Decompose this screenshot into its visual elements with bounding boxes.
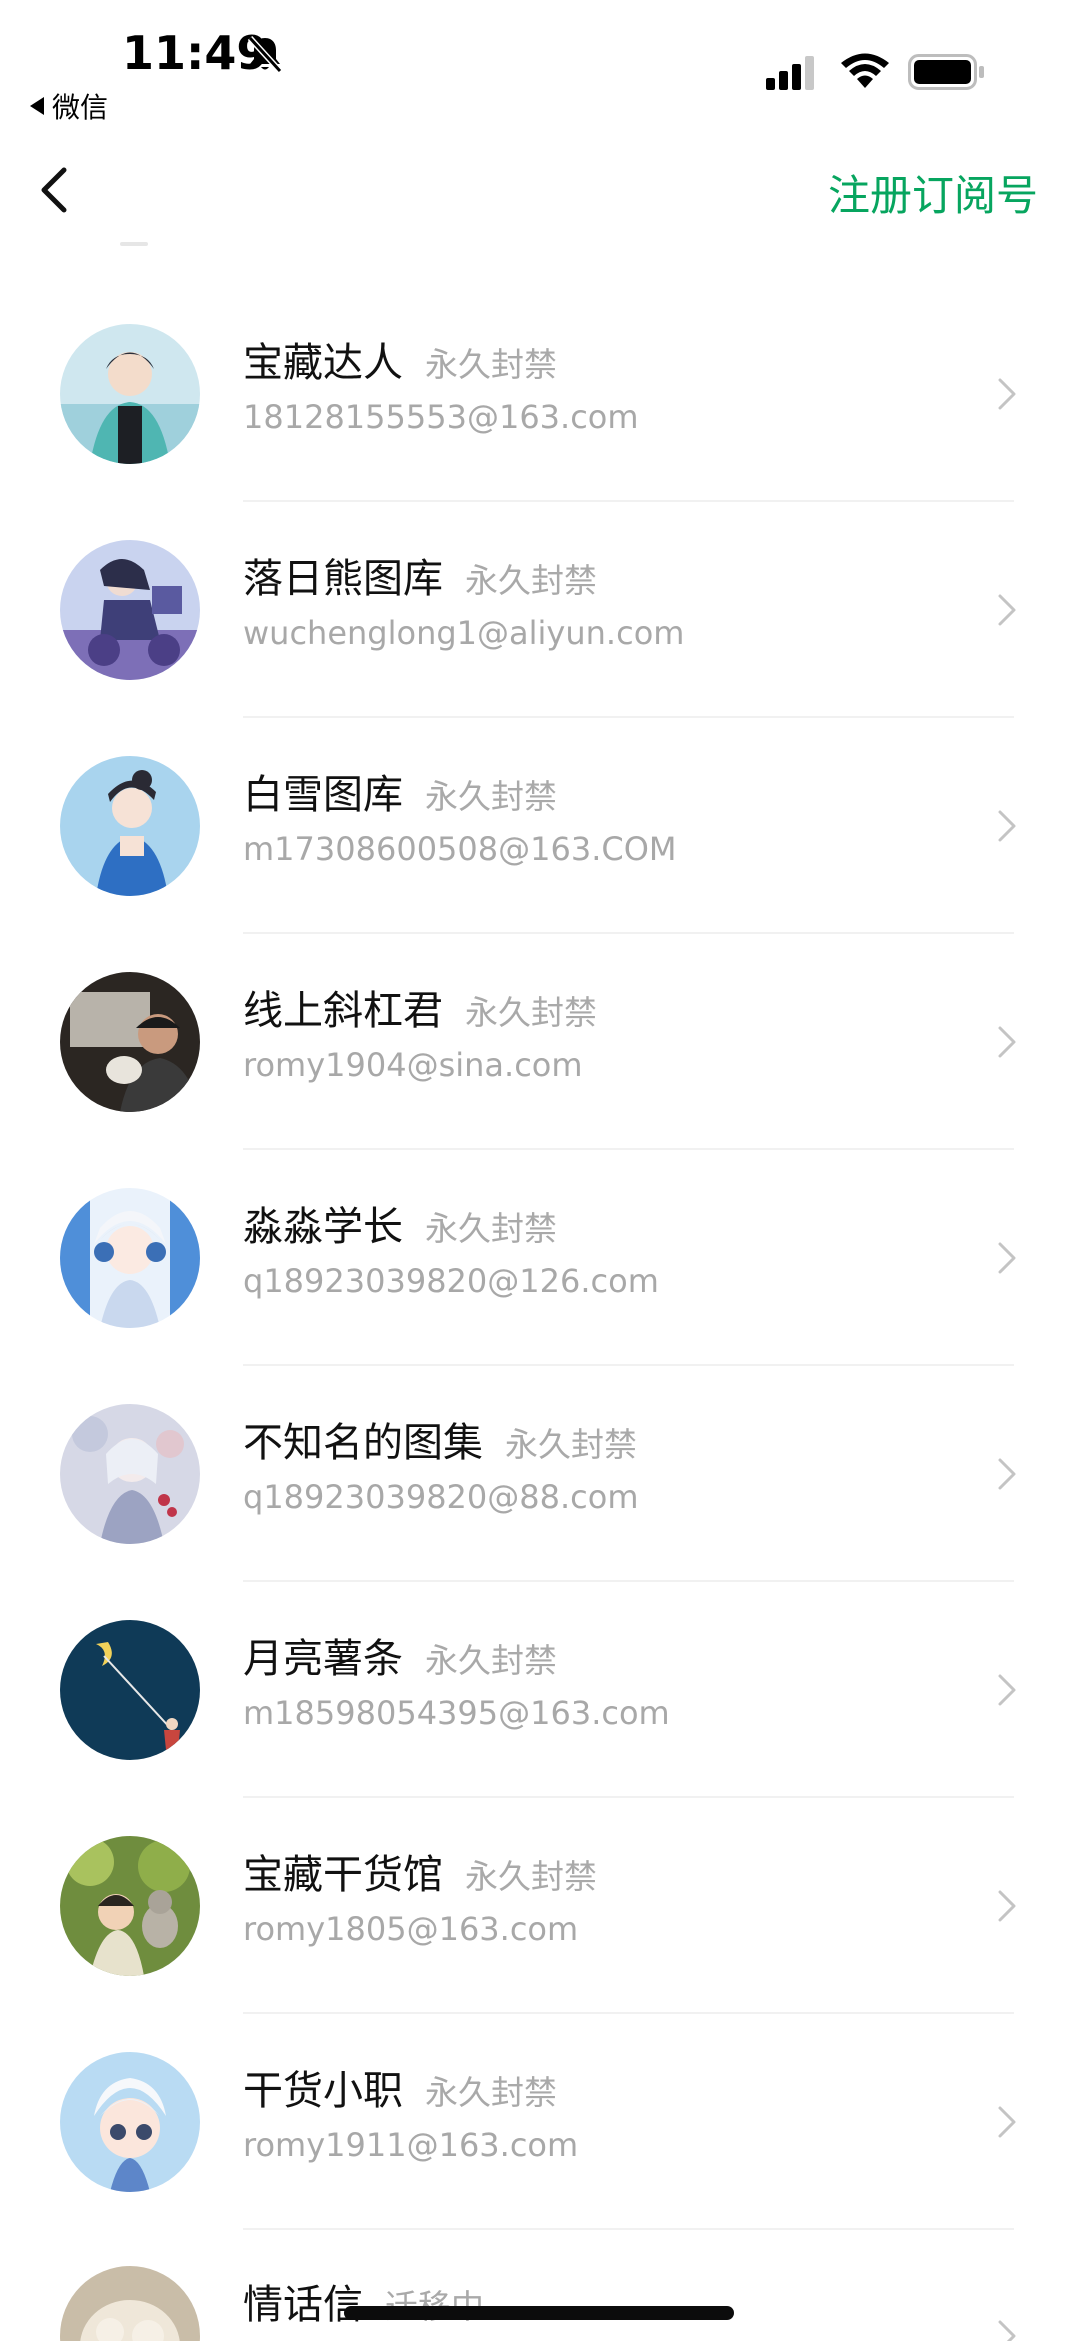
avatar	[60, 756, 200, 896]
list-item[interactable]: 干货小职 永久封禁 romy1911@163.com	[0, 2014, 1080, 2230]
status-badge: 永久封禁	[465, 993, 597, 1032]
account-name: 淼淼学长	[243, 1204, 403, 1250]
cellular-signal-icon	[766, 56, 814, 90]
status-bar: 11:49 微信	[0, 0, 1080, 130]
back-to-app-link[interactable]: 微信	[30, 86, 108, 126]
account-name: 情话信	[243, 2282, 363, 2328]
account-name-line: 月亮薯条 永久封禁	[243, 1626, 557, 1684]
avatar	[60, 1188, 200, 1328]
avatar	[60, 1836, 200, 1976]
list-item[interactable]: 白雪图库 永久封禁 m17308600508@163.COM	[0, 718, 1080, 934]
status-badge: 永久封禁	[425, 2073, 557, 2112]
register-subscription-button[interactable]: 注册订阅号	[828, 162, 1038, 223]
avatar	[60, 540, 200, 680]
chevron-right-icon	[998, 2106, 1016, 2138]
chevron-right-icon	[998, 1890, 1016, 1922]
status-badge: 永久封禁	[425, 1641, 557, 1680]
list-item[interactable]: 宝藏达人 永久封禁 18128155553@163.com	[0, 286, 1080, 502]
account-name: 月亮薯条	[243, 1636, 403, 1682]
back-to-app-label: 微信	[52, 91, 109, 124]
account-name: 宝藏达人	[243, 340, 403, 386]
list-item[interactable]: 不知名的图集 永久封禁 q18923039820@88.com	[0, 1366, 1080, 1582]
account-name-line: 白雪图库 永久封禁	[243, 762, 557, 820]
account-email: q18923039820@126.com	[243, 1262, 659, 1300]
account-email: 18128155553@163.com	[243, 398, 639, 436]
chevron-right-icon	[998, 2320, 1016, 2341]
avatar	[60, 2266, 200, 2341]
status-badge: 永久封禁	[465, 561, 597, 600]
account-email: m17308600508@163.COM	[243, 830, 677, 868]
avatar	[60, 2052, 200, 2192]
chevron-right-icon	[998, 1242, 1016, 1274]
account-name: 线上斜杠君	[243, 988, 443, 1034]
account-name: 宝藏干货馆	[243, 1852, 443, 1898]
status-badge: 永久封禁	[505, 1425, 637, 1464]
account-name: 干货小职	[243, 2068, 403, 2114]
account-name-line: 干货小职 永久封禁	[243, 2058, 557, 2116]
chevron-right-icon	[998, 1458, 1016, 1490]
account-name-line: 淼淼学长 永久封禁	[243, 1194, 557, 1252]
account-email: q18923039820@88.com	[243, 1478, 639, 1516]
avatar	[60, 1620, 200, 1760]
avatar	[60, 972, 200, 1112]
account-email: wuchenglong1@aliyun.com	[243, 614, 685, 652]
status-badge: 永久封禁	[425, 1209, 557, 1248]
status-badge: 永久封禁	[465, 1857, 597, 1896]
account-name: 不知名的图集	[243, 1420, 483, 1466]
account-name-line: 落日熊图库 永久封禁	[243, 546, 597, 604]
account-name-line: 线上斜杠君 永久封禁	[243, 978, 597, 1036]
account-name-line: 不知名的图集 永久封禁	[243, 1410, 637, 1468]
battery-icon	[908, 54, 984, 90]
chevron-right-icon	[998, 378, 1016, 410]
account-name: 白雪图库	[243, 772, 403, 818]
chevron-right-icon	[998, 1674, 1016, 1706]
account-name: 落日熊图库	[243, 556, 443, 602]
list-item[interactable]: 情话信迁移中	[0, 2230, 1080, 2341]
wifi-icon	[841, 53, 889, 88]
account-email: romy1904@sina.com	[243, 1046, 583, 1084]
list-item[interactable]: 线上斜杠君 永久封禁 romy1904@sina.com	[0, 934, 1080, 1150]
home-indicator[interactable]	[344, 2306, 734, 2320]
avatar	[60, 324, 200, 464]
list-item[interactable]: 月亮薯条 永久封禁 m18598054395@163.com	[0, 1582, 1080, 1798]
account-email: romy1805@163.com	[243, 1910, 579, 1948]
back-arrow-icon[interactable]	[32, 160, 72, 220]
chevron-right-icon	[998, 1026, 1016, 1058]
list-item[interactable]: 落日熊图库 永久封禁 wuchenglong1@aliyun.com	[0, 502, 1080, 718]
back-triangle-icon	[30, 97, 44, 115]
previous-item-edge	[120, 242, 148, 246]
muted-bell-icon	[247, 35, 283, 74]
chevron-right-icon	[998, 594, 1016, 626]
account-name-line: 宝藏达人 永久封禁	[243, 330, 557, 388]
status-badge: 永久封禁	[425, 345, 557, 384]
status-badge: 永久封禁	[425, 777, 557, 816]
list-item[interactable]: 淼淼学长 永久封禁 q18923039820@126.com	[0, 1150, 1080, 1366]
account-email: romy1911@163.com	[243, 2126, 579, 2164]
account-email: m18598054395@163.com	[243, 1694, 670, 1732]
list-item[interactable]: 宝藏干货馆 永久封禁 romy1805@163.com	[0, 1798, 1080, 2014]
account-name-line: 情话信迁移中	[243, 2272, 484, 2330]
chevron-right-icon	[998, 810, 1016, 842]
avatar	[60, 1404, 200, 1544]
account-name-line: 宝藏干货馆 永久封禁	[243, 1842, 597, 1900]
navigation-bar: 注册订阅号	[0, 130, 1080, 254]
